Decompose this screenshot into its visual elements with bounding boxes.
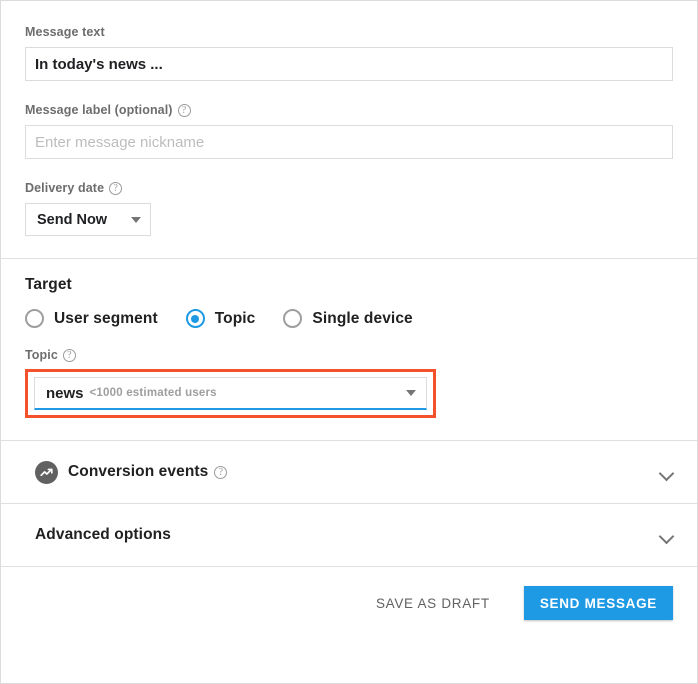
topic-select[interactable]: news <1000 estimated users bbox=[34, 377, 427, 410]
radio-circle-icon[interactable] bbox=[25, 309, 44, 328]
help-icon[interactable]: ? bbox=[177, 104, 191, 117]
message-text-value: In today's news ... bbox=[35, 55, 163, 73]
radio-label-single-device: Single device bbox=[312, 309, 413, 327]
delivery-date-select[interactable]: Send Now bbox=[25, 203, 151, 236]
conversion-events-row[interactable]: Conversion events ? bbox=[1, 441, 697, 503]
send-message-button[interactable]: SEND MESSAGE bbox=[523, 586, 673, 620]
help-icon[interactable]: ? bbox=[109, 182, 123, 195]
radio-label-user-segment: User segment bbox=[54, 309, 158, 327]
message-text-label: Message text bbox=[25, 25, 673, 40]
topic-selected-value: news bbox=[46, 384, 84, 402]
advanced-options-row[interactable]: Advanced options bbox=[1, 504, 697, 566]
chevron-down-icon[interactable] bbox=[660, 466, 673, 479]
radio-circle-selected-icon[interactable] bbox=[185, 309, 205, 328]
message-text-label-text: Message text bbox=[25, 25, 105, 39]
caret-down-icon bbox=[406, 390, 416, 396]
delivery-date-label: Delivery date ? bbox=[25, 181, 673, 196]
topic-label-text: Topic bbox=[25, 348, 58, 362]
topic-label: Topic ? bbox=[25, 348, 673, 363]
target-radio-group: User segment Topic Single device bbox=[25, 309, 673, 328]
message-text-input[interactable]: In today's news ... bbox=[25, 47, 673, 81]
help-icon[interactable]: ? bbox=[214, 465, 228, 479]
message-label-label-text: Message label (optional) bbox=[25, 103, 173, 117]
topic-estimated-users: <1000 estimated users bbox=[89, 387, 217, 399]
topic-highlight-box: news <1000 estimated users bbox=[25, 369, 436, 418]
save-as-draft-button[interactable]: SAVE AS DRAFT bbox=[370, 588, 496, 619]
target-title: Target bbox=[25, 276, 72, 293]
radio-label-topic: Topic bbox=[214, 309, 256, 327]
advanced-options-title: Advanced options bbox=[35, 526, 171, 543]
radio-option-user-segment[interactable]: User segment bbox=[25, 309, 158, 328]
message-label-placeholder: Enter message nickname bbox=[35, 133, 205, 151]
footer-actions: SAVE AS DRAFT SEND MESSAGE bbox=[1, 567, 697, 639]
message-fields-section: Message text In today's news ... Message… bbox=[1, 1, 697, 258]
delivery-date-label-text: Delivery date bbox=[25, 181, 105, 195]
topic-field-wrap: Topic ? news <1000 estimated users bbox=[25, 348, 673, 418]
radio-option-topic[interactable]: Topic bbox=[185, 309, 256, 328]
conversion-events-title: Conversion events bbox=[68, 463, 209, 480]
help-icon[interactable]: ? bbox=[62, 349, 76, 362]
delivery-date-value: Send Now bbox=[37, 211, 108, 228]
trending-up-icon bbox=[35, 460, 58, 484]
message-label-input[interactable]: Enter message nickname bbox=[25, 125, 673, 159]
caret-down-icon bbox=[131, 216, 141, 223]
target-section: Target User segment Topic Single device … bbox=[1, 259, 697, 440]
message-composer-panel: Message text In today's news ... Message… bbox=[0, 0, 698, 684]
radio-circle-icon[interactable] bbox=[283, 309, 303, 328]
radio-option-single-device[interactable]: Single device bbox=[283, 309, 413, 328]
chevron-down-icon[interactable] bbox=[660, 529, 673, 542]
message-label-label: Message label (optional) ? bbox=[25, 103, 673, 118]
